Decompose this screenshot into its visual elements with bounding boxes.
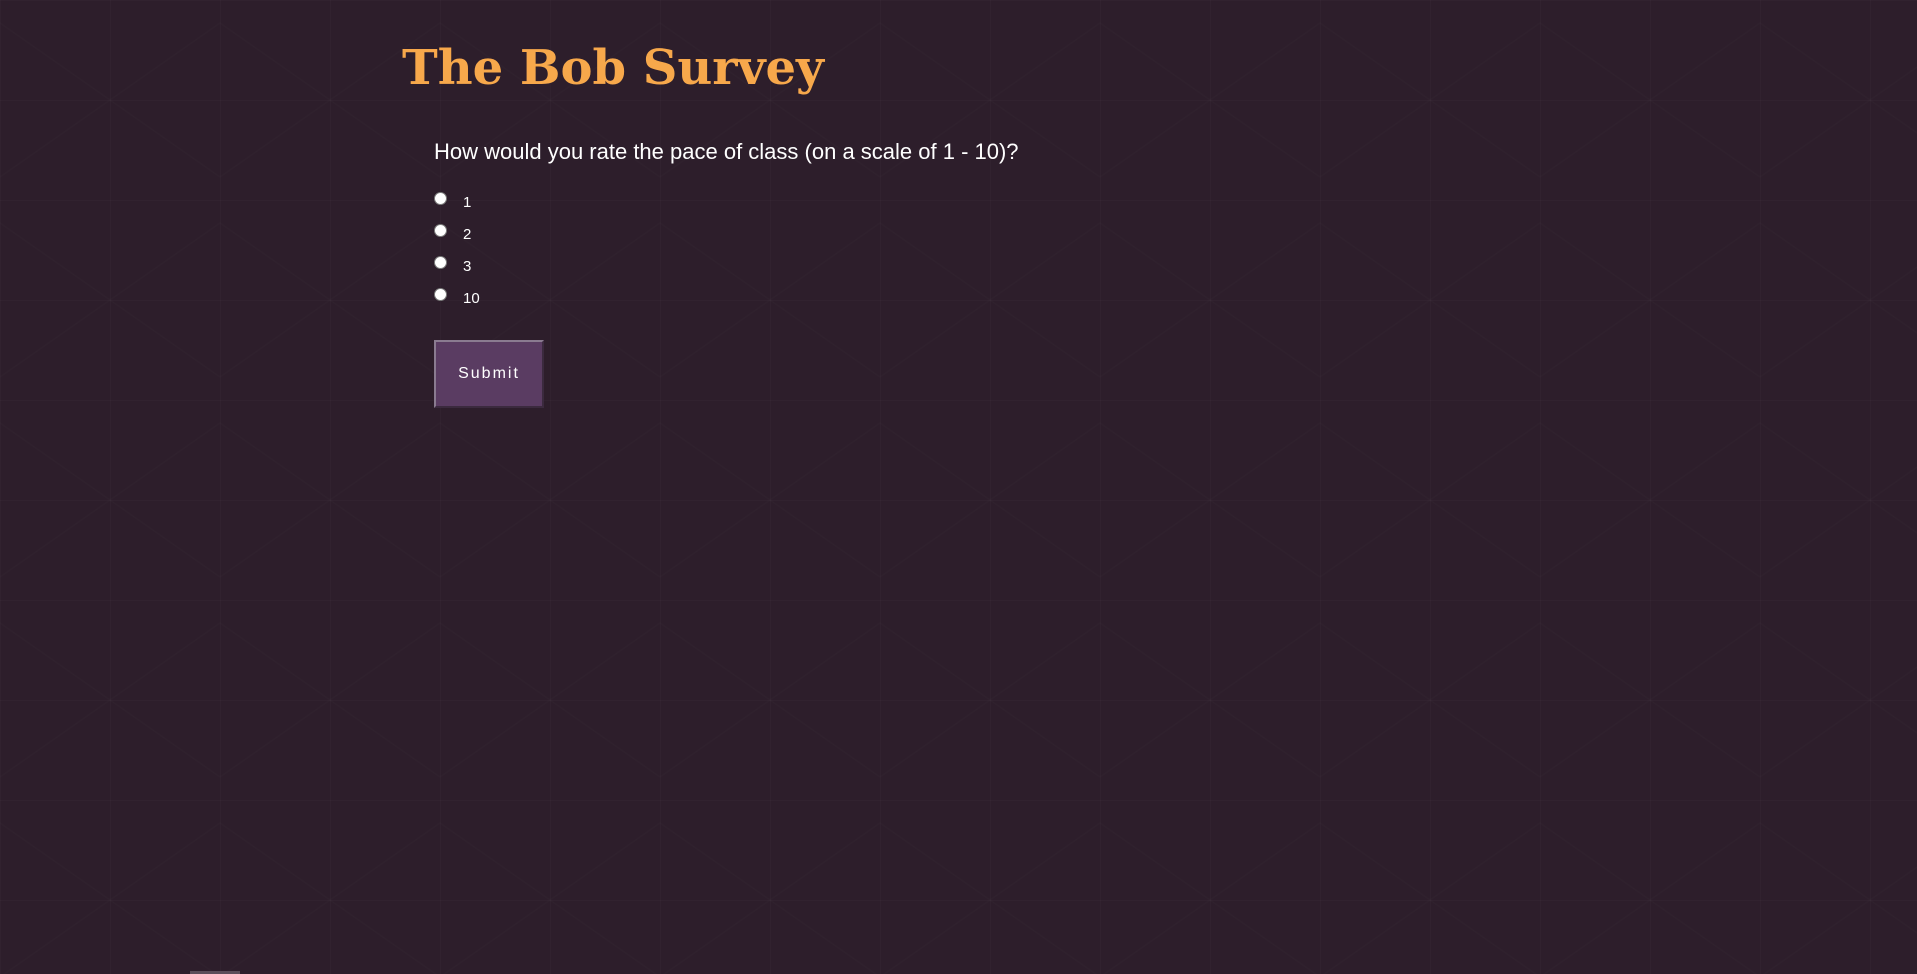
survey-question: How would you rate the pace of class (on…	[434, 139, 1019, 164]
rating-label-10[interactable]: 10	[463, 290, 480, 308]
rating-radio-10[interactable]	[434, 288, 447, 301]
rating-option-1: 1	[434, 192, 1234, 224]
rating-radio-2[interactable]	[434, 224, 447, 237]
rating-radio-3[interactable]	[434, 256, 447, 269]
submit-button[interactable]: Submit	[434, 340, 544, 408]
rating-label-2[interactable]: 2	[463, 226, 471, 244]
rating-option-3: 3	[434, 256, 1234, 288]
rating-options: 1 2 3 10	[434, 192, 1234, 320]
rating-radio-1[interactable]	[434, 192, 447, 205]
rating-label-3[interactable]: 3	[463, 258, 471, 276]
rating-label-1[interactable]: 1	[463, 194, 471, 212]
rating-option-10: 10	[434, 288, 1234, 320]
survey-form: How would you rate the pace of class (on…	[434, 136, 1234, 408]
rating-option-2: 2	[434, 224, 1234, 256]
page-title: The Bob Survey	[402, 40, 824, 96]
